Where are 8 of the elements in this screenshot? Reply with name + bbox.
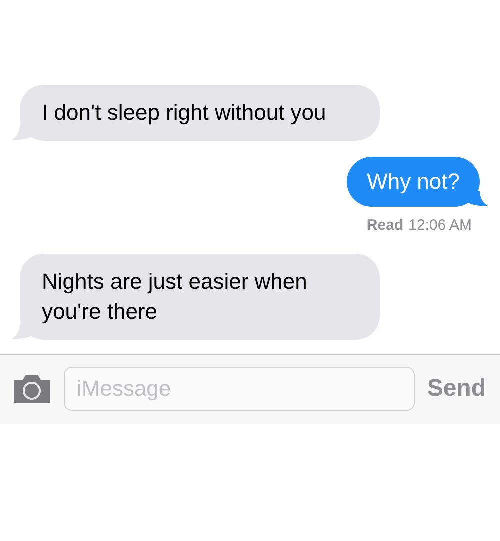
- bubble-tail: [12, 324, 32, 340]
- send-button[interactable]: Send: [427, 371, 488, 407]
- bubble-tail: [468, 191, 488, 207]
- camera-icon[interactable]: [12, 374, 52, 404]
- message-input-field[interactable]: iMessage: [64, 367, 416, 411]
- read-receipt-time: 12:06 AM: [408, 216, 472, 236]
- read-receipt-label: Read: [366, 216, 404, 236]
- bubble-tail: [12, 125, 32, 141]
